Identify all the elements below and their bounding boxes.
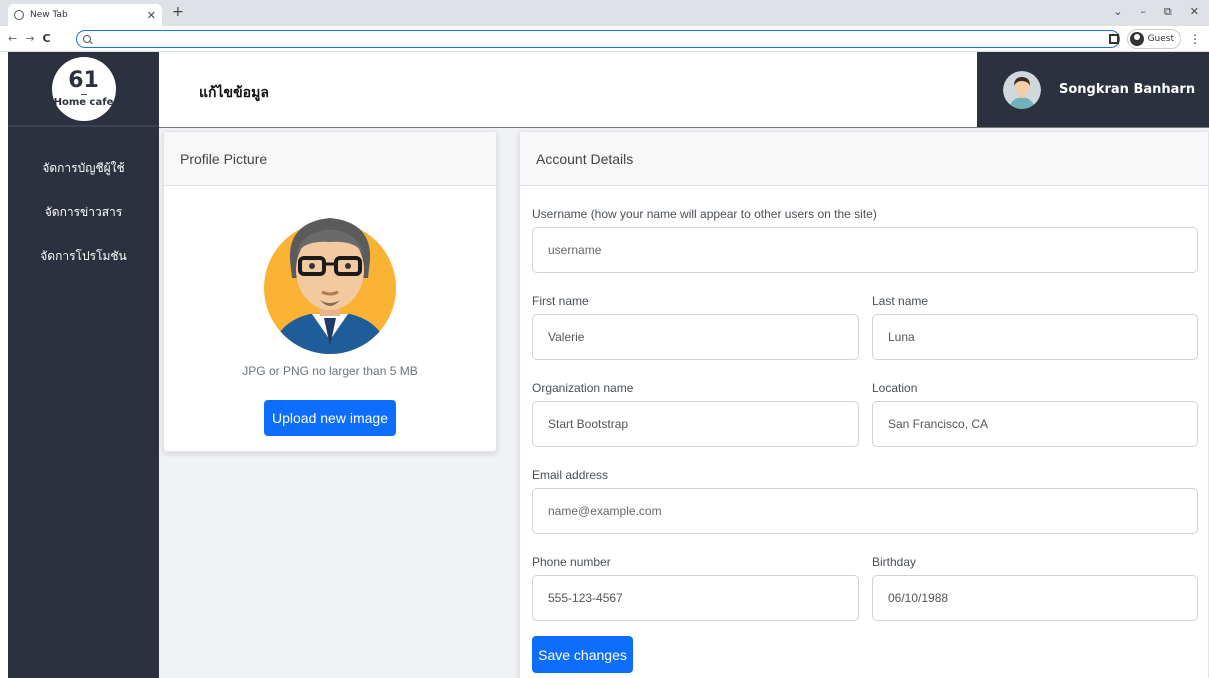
browser-tab-strip: New Tab ✕ + ⌄ – ⧉ ✕: [0, 0, 1209, 26]
account-card-header: Account Details: [520, 132, 1208, 186]
upload-hint: JPG or PNG no larger than 5 MB: [242, 364, 418, 378]
phone-input[interactable]: [532, 575, 859, 621]
back-icon[interactable]: ←: [8, 32, 17, 45]
guest-label: Guest: [1147, 34, 1174, 44]
sidebar-item-manage-news[interactable]: จัดการข่าวสาร: [8, 203, 159, 222]
location-input[interactable]: [872, 401, 1198, 447]
page-title: แก้ไขข้อมูล: [199, 85, 269, 101]
location-label: Location: [872, 381, 918, 395]
logo-area: 61 Home cafe: [8, 52, 159, 127]
phone-label: Phone number: [532, 555, 611, 569]
profile-avatar-image: [262, 200, 398, 356]
logo[interactable]: 61 Home cafe: [51, 56, 116, 121]
address-bar[interactable]: [76, 30, 1120, 48]
organization-input[interactable]: [532, 401, 859, 447]
guest-avatar-icon: [1129, 32, 1144, 46]
email-input[interactable]: [532, 488, 1198, 534]
user-avatar: [1003, 70, 1041, 109]
upload-image-button[interactable]: Upload new image: [264, 400, 396, 436]
logo-number: 61: [68, 67, 99, 93]
birthday-input[interactable]: [872, 575, 1198, 621]
user-name: Songkran Banharn: [1059, 82, 1196, 97]
first-name-input[interactable]: [532, 314, 859, 360]
close-window-button[interactable]: ✕: [1190, 5, 1199, 19]
menu-icon[interactable]: ⋮: [1189, 32, 1201, 46]
organization-label: Organization name: [532, 381, 634, 395]
sidebar: 61 Home cafe จัดการบัญชีผู้ใช้ จัดการข่า…: [8, 52, 159, 678]
tab-search-icon[interactable]: ⌄: [1113, 5, 1122, 19]
profile-picture-card: Profile Picture JPG or PNG no larger tha…: [163, 131, 497, 452]
side-panel-icon[interactable]: [1108, 34, 1119, 44]
side-menu: จัดการบัญชีผู้ใช้ จัดการข่าวสาร จัดการโป…: [8, 127, 159, 266]
sidebar-item-manage-promotions[interactable]: จัดการโปรโมชัน: [8, 247, 159, 266]
browser-toolbar: ← → C Guest ⋮: [0, 26, 1209, 52]
forward-icon[interactable]: →: [25, 32, 34, 45]
new-tab-button[interactable]: +: [172, 4, 184, 20]
browser-tab[interactable]: New Tab ✕: [8, 4, 162, 26]
close-tab-icon[interactable]: ✕: [147, 9, 156, 22]
tab-title: New Tab: [30, 10, 68, 20]
restore-button[interactable]: ⧉: [1164, 5, 1172, 19]
last-name-label: Last name: [872, 294, 929, 308]
profile-card-header: Profile Picture: [164, 132, 496, 186]
username-input[interactable]: [532, 227, 1198, 273]
minimize-button[interactable]: –: [1140, 5, 1146, 19]
save-changes-button[interactable]: Save changes: [532, 636, 633, 673]
last-name-input[interactable]: [872, 314, 1198, 360]
account-details-card: Account Details Username (how your name …: [519, 131, 1209, 678]
first-name-label: First name: [532, 294, 589, 308]
topbar: แก้ไขข้อมูล Songkran Banharn: [159, 52, 1209, 128]
reload-icon[interactable]: C: [42, 32, 50, 45]
email-label: Email address: [532, 468, 609, 482]
globe-icon: [14, 10, 24, 20]
window-controls: ⌄ – ⧉ ✕: [1113, 5, 1199, 19]
profile-chip[interactable]: Guest: [1126, 29, 1181, 49]
app: 61 Home cafe จัดการบัญชีผู้ใช้ จัดการข่า…: [8, 52, 1209, 678]
username-label: Username (how your name will appear to o…: [532, 207, 877, 221]
user-menu[interactable]: Songkran Banharn: [977, 52, 1209, 127]
logo-text: Home cafe: [53, 96, 114, 108]
search-icon: [83, 35, 91, 43]
sidebar-item-manage-users[interactable]: จัดการบัญชีผู้ใช้: [8, 159, 159, 178]
birthday-label: Birthday: [872, 555, 917, 569]
logo-divider: [80, 93, 87, 95]
